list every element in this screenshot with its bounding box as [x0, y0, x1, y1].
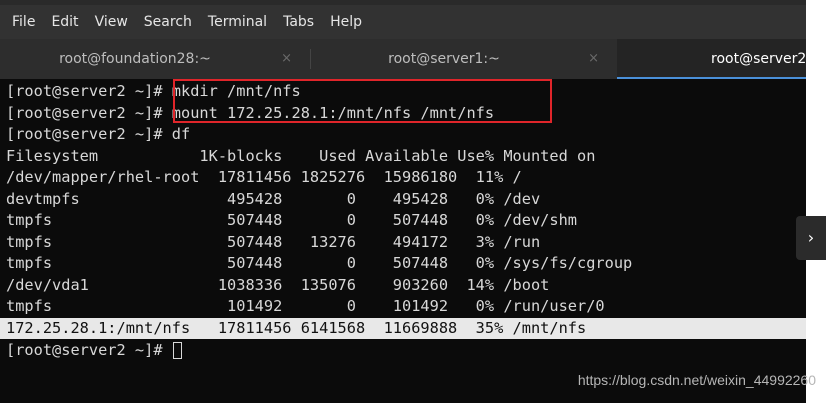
tab-foundation28[interactable]: root@foundation28:~ ×	[0, 39, 310, 79]
close-icon[interactable]: ×	[588, 39, 599, 79]
terminal-line-highlighted: 172.25.28.1:/mnt/nfs 17811456 6141568 11…	[0, 317, 806, 339]
menu-tabs[interactable]: Tabs	[275, 5, 322, 39]
terminal-line: tmpfs 101492 0 101492 0% /run/user/0	[6, 297, 605, 315]
watermark: https://blog.csdn.net/weixin_44992260	[577, 372, 816, 388]
menu-terminal[interactable]: Terminal	[200, 5, 275, 39]
terminal-output[interactable]: [root@server2 ~]# mkdir /mnt/nfs [root@s…	[0, 79, 806, 403]
tab-label: root@server1:~	[388, 51, 500, 67]
terminal-line: Filesystem 1K-blocks Used Available Use%…	[6, 146, 596, 165]
terminal-line: [root@server2 ~]# df	[6, 125, 191, 143]
terminal-line: tmpfs 507448 0 507448 0% /sys/fs/cgroup	[6, 254, 633, 272]
terminal-line: [root@server2 ~]# mkdir /mnt/nfs	[6, 82, 301, 100]
cursor-icon	[172, 342, 182, 359]
tab-server2[interactable]: root@server2:~	[617, 39, 823, 79]
menu-search[interactable]: Search	[136, 5, 200, 39]
terminal-line: tmpfs 507448 13276 494172 3% /run	[6, 232, 541, 251]
terminal-line: /dev/mapper/rhel-root 17811456 1825276 1…	[6, 168, 522, 186]
close-icon[interactable]: ×	[281, 39, 292, 79]
tab-label: root@foundation28:~	[59, 51, 211, 67]
terminal-prompt: [root@server2 ~]#	[6, 341, 172, 359]
menu-bar: File Edit View Search Terminal Tabs Help	[0, 5, 806, 39]
terminal-prompt-line[interactable]: [root@server2 ~]#	[6, 340, 182, 362]
tab-bar: root@foundation28:~ × root@server1:~ × r…	[0, 39, 823, 79]
menu-help[interactable]: Help	[322, 5, 370, 39]
menu-file[interactable]: File	[4, 5, 43, 39]
menu-edit[interactable]: Edit	[43, 5, 86, 39]
menu-view[interactable]: View	[87, 5, 136, 39]
terminal-line: [root@server2 ~]# mount 172.25.28.1:/mnt…	[6, 103, 495, 122]
terminal-line: devtmpfs 495428 0 495428 0% /dev	[6, 189, 541, 208]
chevron-right-icon[interactable]: ›	[796, 216, 826, 260]
terminal-line: /dev/vda1 1038336 135076 903260 14% /boo…	[6, 275, 550, 294]
page-edge	[806, 0, 826, 403]
terminal-line: tmpfs 507448 0 507448 0% /dev/shm	[6, 211, 577, 229]
tab-server1[interactable]: root@server1:~ ×	[311, 39, 617, 79]
